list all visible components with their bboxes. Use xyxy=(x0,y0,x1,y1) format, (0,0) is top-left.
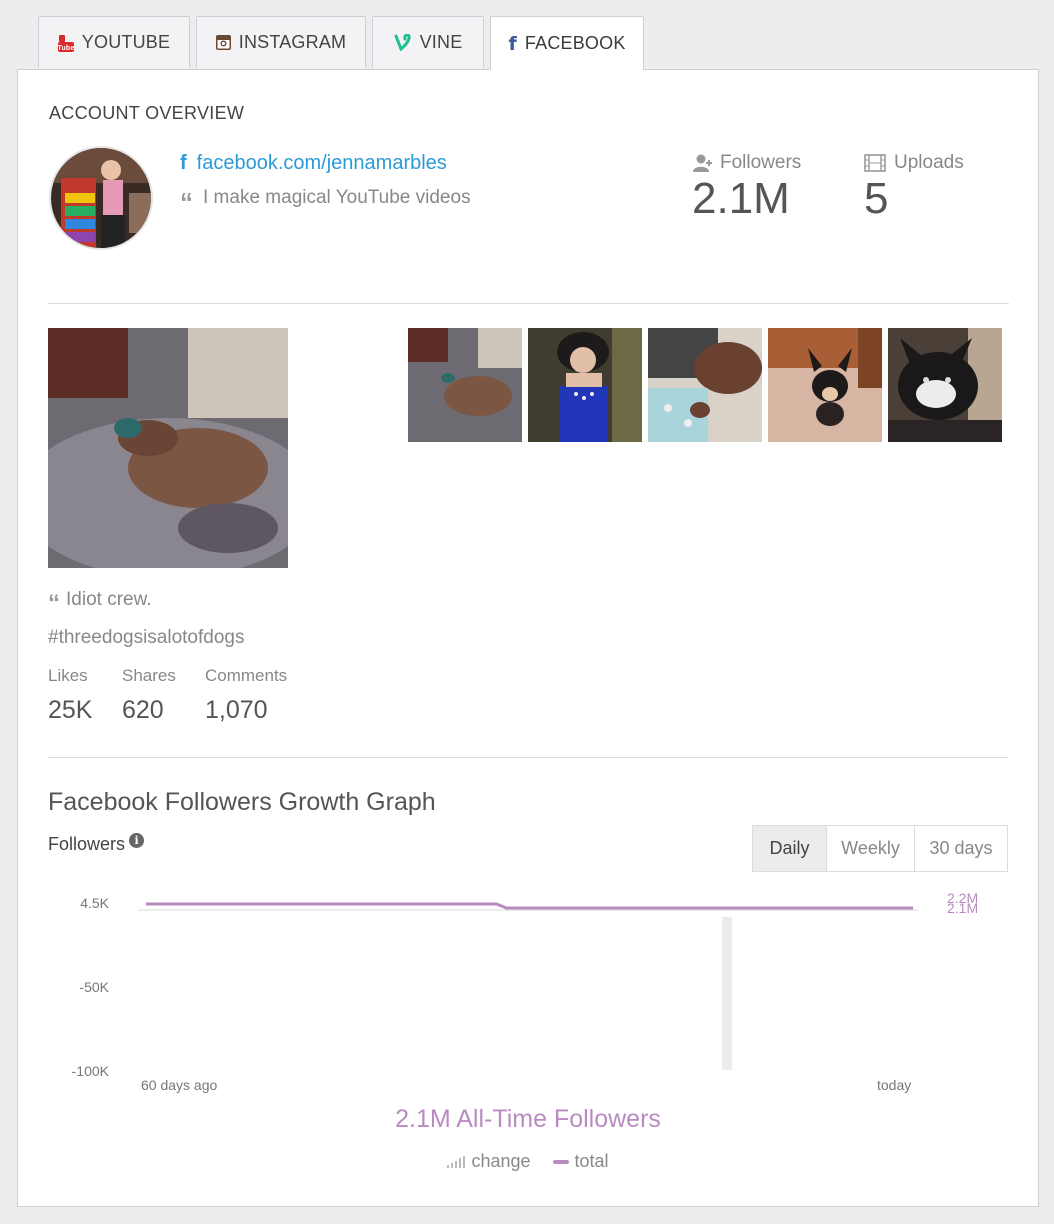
growth-chart xyxy=(138,902,918,1070)
comments-metric: Comments 1,070 xyxy=(205,666,287,725)
bio-text: I make magical YouTube videos xyxy=(203,187,471,208)
tab-label: VINE xyxy=(419,32,463,52)
youtube-icon: Tube xyxy=(57,34,74,52)
user-icon xyxy=(692,154,712,172)
comments-label: Comments xyxy=(205,666,288,685)
total-series-line xyxy=(146,902,913,910)
series-end-labels: 2.2M 2.1M xyxy=(947,891,979,916)
account-panel: ACCOUNT OVERVIEW f facebook.com/jennamarb… xyxy=(17,69,1039,1207)
range-30days-button[interactable]: 30 days xyxy=(914,826,1007,871)
profile-link-text: facebook.com/jennamarbles xyxy=(196,152,447,174)
tab-label: INSTAGRAM xyxy=(238,32,347,52)
tab-label: YOUTUBE xyxy=(81,32,171,52)
uploads-count: 5 xyxy=(864,174,889,223)
shares-label: Shares xyxy=(122,666,176,685)
bio: “ I make magical YouTube videos xyxy=(180,187,471,215)
range-selector: Daily Weekly 30 days xyxy=(752,825,1008,872)
tab-instagram[interactable]: INSTAGRAM xyxy=(196,16,366,68)
x-tick-label-end: today xyxy=(877,1077,912,1093)
tab-facebook[interactable]: f FACEBOOK xyxy=(490,16,644,70)
svg-text:Tube: Tube xyxy=(58,45,74,52)
divider xyxy=(48,757,1009,758)
post-thumbnail[interactable] xyxy=(528,328,642,442)
legend-total[interactable]: total xyxy=(575,1151,609,1172)
likes-value: 25K xyxy=(48,696,93,724)
comments-value: 1,070 xyxy=(205,696,268,724)
shares-value: 620 xyxy=(122,696,164,724)
graph-metric-label: Followers i xyxy=(48,833,145,855)
change-bar xyxy=(722,916,733,1070)
range-daily-button[interactable]: Daily xyxy=(753,826,826,871)
post-thumbnail[interactable] xyxy=(648,328,762,442)
film-icon xyxy=(864,154,886,172)
vine-icon xyxy=(394,34,412,51)
tab-youtube[interactable]: Tube YOUTUBE xyxy=(38,16,190,68)
caption-line-1: Idiot crew. xyxy=(66,589,152,610)
post-thumbnail[interactable] xyxy=(408,328,522,442)
followers-stat: Followers 2.1M xyxy=(692,152,801,224)
tab-vine[interactable]: VINE xyxy=(372,16,484,68)
uploads-stat-label: Uploads xyxy=(864,152,964,174)
post-thumbnail[interactable] xyxy=(888,328,1002,442)
facebook-icon: f xyxy=(508,32,517,55)
facebook-icon: f xyxy=(180,152,187,174)
post-thumbnail[interactable] xyxy=(768,328,882,442)
post-caption: “ Idiot crew. #threedogsisalotofdogs xyxy=(48,583,244,655)
range-weekly-button[interactable]: Weekly xyxy=(826,826,914,871)
avatar[interactable] xyxy=(49,146,153,250)
series-end-label: 2.1M xyxy=(947,900,979,916)
total-line-swatch xyxy=(552,1159,569,1164)
quote-icon: “ xyxy=(48,590,60,617)
x-tick-label-start: 60 days ago xyxy=(141,1077,218,1093)
info-icon[interactable]: i xyxy=(129,833,145,848)
legend-change[interactable]: change xyxy=(471,1151,530,1172)
likes-label: Likes xyxy=(48,666,88,685)
featured-post-photo[interactable] xyxy=(48,328,288,568)
uploads-stat: Uploads 5 xyxy=(864,152,964,224)
profile-link[interactable]: f facebook.com/jennamarbles xyxy=(180,152,447,175)
quote-icon: “ xyxy=(180,187,193,217)
instagram-icon xyxy=(215,35,231,50)
section-title: ACCOUNT OVERVIEW xyxy=(49,103,245,123)
bar-chart-icon xyxy=(447,1155,466,1168)
tab-label: FACEBOOK xyxy=(524,33,626,53)
all-time-followers: 2.1M All-Time Followers xyxy=(395,1105,661,1133)
followers-count: 2.1M xyxy=(692,174,790,223)
caption-hashtag: #threedogsisalotofdogs xyxy=(48,627,245,648)
followers-stat-label: Followers xyxy=(692,152,801,174)
divider xyxy=(48,303,1009,304)
chart-legend: change total xyxy=(18,1151,1038,1172)
shares-metric: Shares 620 xyxy=(122,666,176,725)
likes-metric: Likes 25K xyxy=(48,666,92,725)
graph-title: Facebook Followers Growth Graph xyxy=(48,788,436,816)
